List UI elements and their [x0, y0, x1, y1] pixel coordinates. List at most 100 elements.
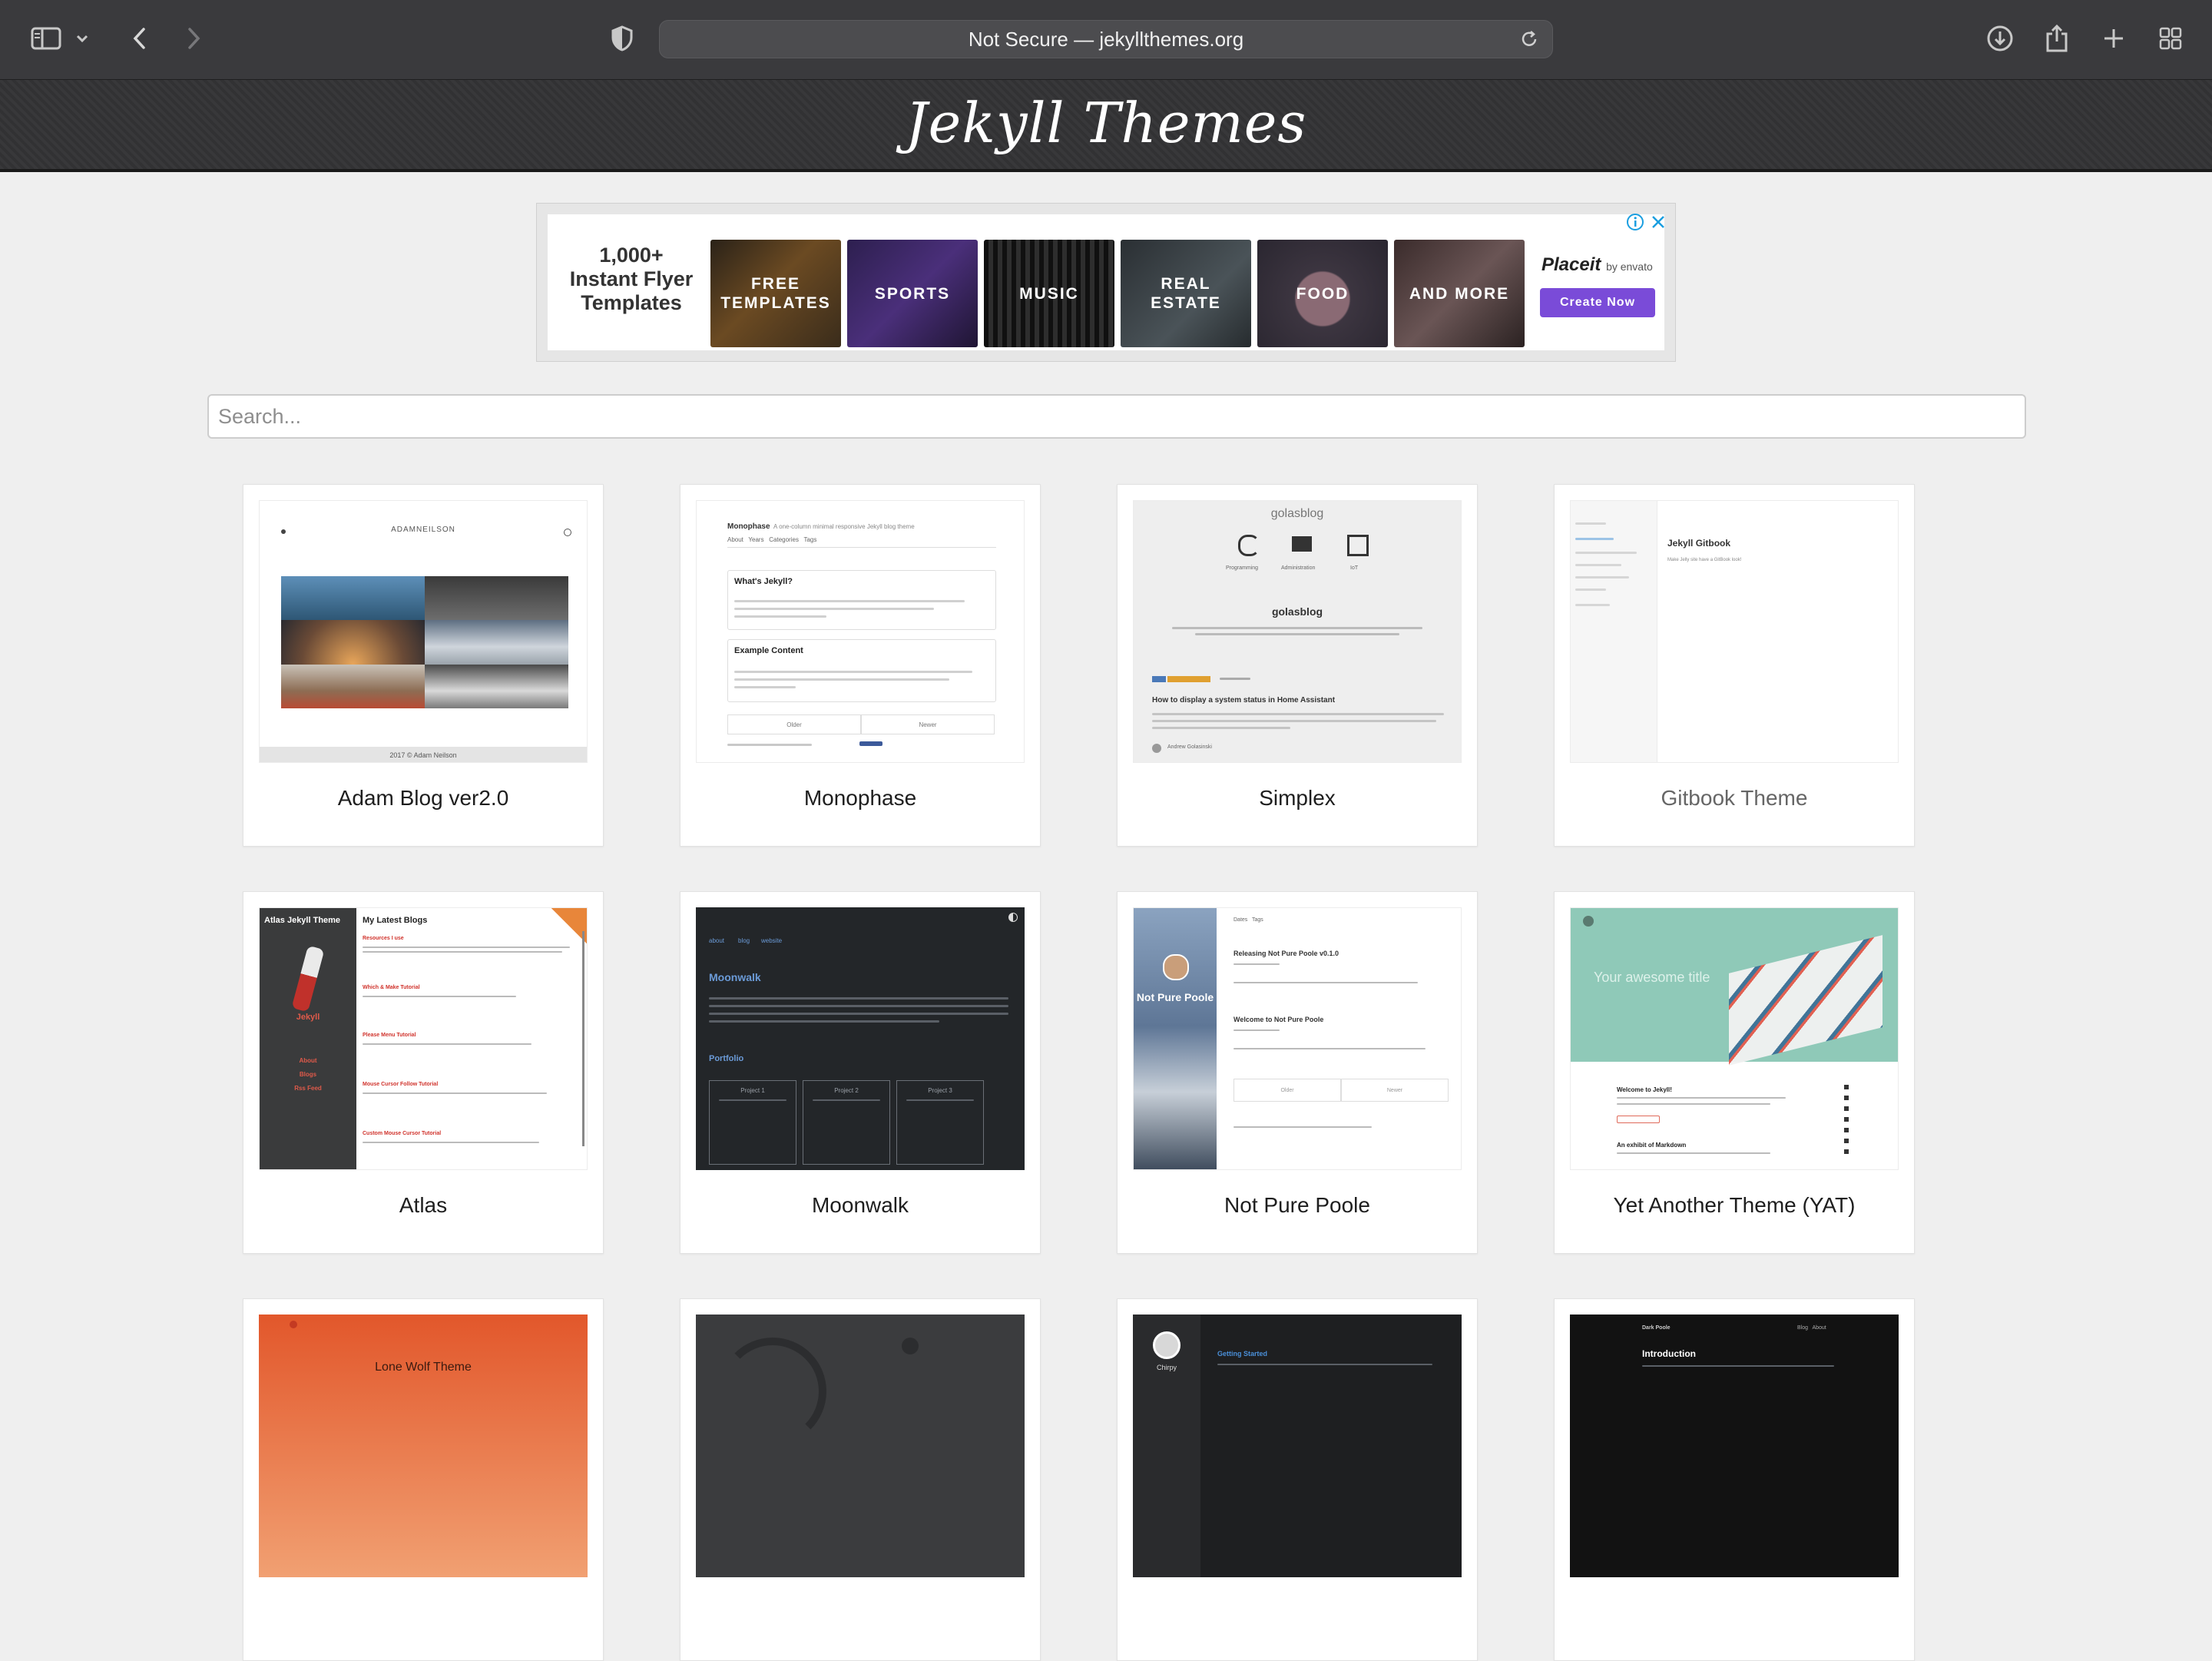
post-title: An exhibit of Markdown: [1617, 1142, 1687, 1149]
ad-tile[interactable]: SPORTS: [847, 240, 978, 347]
theme-card[interactable]: Atlas Jekyll Theme Jekyll About Blogs Rs…: [243, 891, 604, 1254]
text-line: [734, 600, 965, 602]
theme-thumbnail[interactable]: Lone Wolf Theme: [259, 1315, 588, 1577]
ad-tile[interactable]: AND MORE: [1394, 240, 1525, 347]
theme-title[interactable]: Yet Another Theme (YAT): [1555, 1193, 1914, 1218]
thumb-tagline: A one-column minimal responsive Jekyll b…: [773, 523, 915, 530]
search-input[interactable]: [207, 394, 2026, 439]
post-image: [425, 576, 568, 620]
post-title: How to display a system status in Home A…: [1152, 696, 1336, 705]
theme-card[interactable]: [680, 1298, 1041, 1661]
footer-line: [727, 744, 812, 746]
tag-badge: [1617, 1116, 1660, 1123]
side-link: Rss Feed: [294, 1085, 322, 1092]
post-title: Getting Started: [1217, 1350, 1268, 1358]
downloads-icon[interactable]: [1982, 20, 2018, 57]
text-line: [734, 678, 949, 681]
theme-thumbnail[interactable]: Atlas Jekyll Theme Jekyll About Blogs Rs…: [259, 907, 588, 1170]
text-line: [1217, 1364, 1432, 1365]
forward-icon[interactable]: [175, 20, 212, 57]
text-line: [363, 996, 516, 997]
theme-thumbnail[interactable]: Your awesome title Welcome to Jekyll! An…: [1570, 907, 1899, 1170]
post-title: Welcome to Jekyll!: [1617, 1086, 1672, 1093]
theme-thumbnail[interactable]: Jekyll Gitbook Make Jelly site have a Gi…: [1570, 500, 1899, 763]
theme-title[interactable]: Monophase: [680, 786, 1040, 811]
date-line: [1220, 678, 1250, 680]
site-logo[interactable]: Jekyll Themes: [906, 91, 1307, 155]
theme-title[interactable]: Moonwalk: [680, 1193, 1040, 1218]
text-line: [363, 947, 570, 948]
text-line: [1152, 727, 1290, 729]
theme-card[interactable]: Not Pure Poole Dates Tags Releasing Not …: [1117, 891, 1478, 1254]
create-now-button[interactable]: Create Now: [1540, 288, 1655, 317]
theme-thumbnail[interactable]: Monophase A one-column minimal responsiv…: [696, 500, 1025, 763]
theme-title[interactable]: Not Pure Poole: [1118, 1193, 1477, 1218]
theme-card[interactable]: Dark Poole Blog About Introduction: [1554, 1298, 1915, 1661]
project-card: Project 3: [896, 1080, 984, 1165]
ad-content[interactable]: 1,000+ Instant Flyer Templates FREE TEMP…: [548, 214, 1664, 350]
theme-thumbnail[interactable]: Chirpy Getting Started: [1133, 1315, 1462, 1577]
theme-card[interactable]: about blog website Moonwalk Portfolio Pr…: [680, 891, 1041, 1254]
theme-thumbnail[interactable]: [696, 1315, 1025, 1577]
theme-title[interactable]: Simplex: [1118, 786, 1477, 811]
chevron-down-icon[interactable]: [71, 20, 94, 57]
post-title: What's Jekyll?: [734, 577, 793, 586]
theme-card[interactable]: Monophase A one-column minimal responsiv…: [680, 484, 1041, 847]
site-header: Jekyll Themes: [0, 80, 2212, 172]
address-bar[interactable]: Not Secure — jekyllthemes.org: [659, 20, 1553, 58]
theme-card[interactable]: Your awesome title Welcome to Jekyll! An…: [1554, 891, 1915, 1254]
privacy-shield-icon[interactable]: [604, 20, 641, 57]
theme-thumbnail[interactable]: Not Pure Poole Dates Tags Releasing Not …: [1133, 907, 1462, 1170]
text-line: [1172, 627, 1422, 629]
theme-card[interactable]: ADAMNEILSON 2017 © Adam Neilson Adam Blo…: [243, 484, 604, 847]
theme-card[interactable]: Jekyll Gitbook Make Jelly site have a Gi…: [1554, 484, 1915, 847]
ad-banner[interactable]: 1,000+ Instant Flyer Templates FREE TEMP…: [536, 203, 1676, 362]
project-card: Project 2: [803, 1080, 890, 1165]
share-icon[interactable]: [2038, 20, 2075, 57]
theme-thumbnail[interactable]: ADAMNEILSON 2017 © Adam Neilson: [259, 500, 588, 763]
theme-thumbnail[interactable]: Dark Poole Blog About Introduction: [1570, 1315, 1899, 1577]
server-icon: [1292, 536, 1312, 552]
text-line: [709, 1020, 939, 1023]
thumb-heading: Jekyll Gitbook: [1667, 538, 1731, 549]
sidebar-name: Chirpy: [1156, 1364, 1177, 1371]
ad-tile[interactable]: MUSIC: [984, 240, 1114, 347]
text-line: [1233, 1048, 1426, 1049]
avatar: [1163, 954, 1189, 980]
new-tab-icon[interactable]: [2095, 20, 2132, 57]
text-line: [1575, 576, 1629, 579]
text-line: [363, 1142, 539, 1143]
text-line: [1575, 604, 1610, 606]
text-line: [1575, 564, 1621, 566]
back-icon[interactable]: [121, 20, 158, 57]
ad-tile[interactable]: FOOD: [1257, 240, 1388, 347]
theme-card[interactable]: Lone Wolf Theme: [243, 1298, 604, 1661]
sidebar-bullets: [1844, 1085, 1849, 1154]
tab-overview-icon[interactable]: [2152, 20, 2189, 57]
main-title: My Latest Blogs: [363, 916, 428, 925]
thumb-site-name: golasblog: [1270, 507, 1324, 520]
ad-tile[interactable]: REAL ESTATE: [1121, 240, 1251, 347]
thumb-heading: Lone Wolf Theme: [375, 1361, 472, 1374]
theme-card[interactable]: Chirpy Getting Started: [1117, 1298, 1478, 1661]
post-title: Mouse Cursor Follow Tutorial: [363, 1082, 439, 1087]
ad-tile[interactable]: FREE TEMPLATES: [710, 240, 841, 347]
text-line: [1617, 1152, 1770, 1154]
theme-title[interactable]: Atlas: [243, 1193, 603, 1218]
theme-title[interactable]: Gitbook Theme: [1555, 786, 1914, 811]
theme-card[interactable]: golasblog Programming Administration IoT…: [1117, 484, 1478, 847]
avatar: [1583, 916, 1594, 927]
thumb-heading: Moonwalk: [709, 971, 761, 983]
ad-close-icon[interactable]: [1649, 213, 1667, 235]
thumb-brand: Monophase: [727, 522, 770, 531]
theme-thumbnail[interactable]: about blog website Moonwalk Portfolio Pr…: [696, 907, 1025, 1170]
text-line: [363, 1092, 547, 1094]
reload-icon[interactable]: [1518, 28, 1540, 50]
text-line: [813, 1099, 880, 1101]
theme-title[interactable]: Adam Blog ver2.0: [243, 786, 603, 811]
programming-icon: [1238, 535, 1260, 556]
theme-thumbnail[interactable]: golasblog Programming Administration IoT…: [1133, 500, 1462, 763]
sidebar-toggle-icon[interactable]: [28, 20, 65, 57]
ad-info-icon[interactable]: [1626, 213, 1644, 235]
text-line: [363, 1043, 531, 1045]
